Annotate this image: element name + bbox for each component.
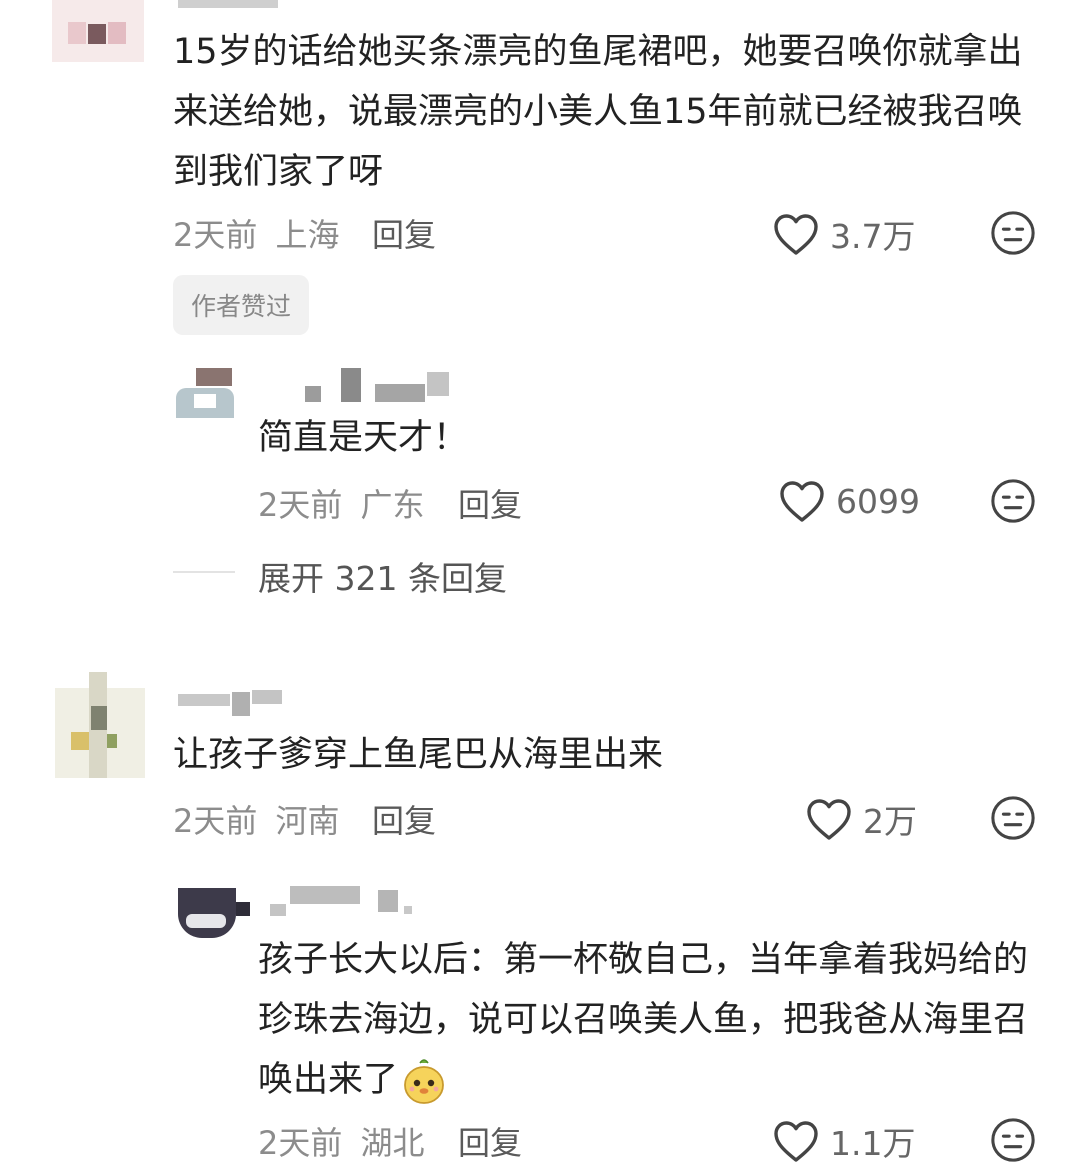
avatar[interactable] [52, 0, 144, 62]
like-button[interactable]: 1.1万 [772, 1117, 915, 1165]
reply-text: 简直是天才！ [258, 418, 469, 458]
reply-location: 广东 [360, 486, 425, 524]
neutral-face-icon[interactable] [990, 478, 1036, 524]
heart-outline-icon [774, 214, 818, 255]
reply-time: 2天前 [258, 486, 343, 524]
comment-text: 15岁的话给她买条漂亮的鱼尾裙吧，她要召唤你就拿出来送给她，说最漂亮的小美人鱼1… [173, 32, 1023, 192]
heart-outline-icon [780, 481, 824, 522]
reply-location: 湖北 [360, 1124, 425, 1162]
avatar[interactable] [55, 672, 145, 778]
neutral-face-icon[interactable] [990, 1117, 1036, 1163]
reply-text: 孩子长大以后：第一杯敬自己，当年拿着我妈给的珍珠去海边，说可以召唤美人鱼，把我爸… [258, 930, 1048, 1110]
reply-button[interactable]: 回复 [458, 1118, 522, 1164]
author-liked-badge: 作者赞过 [173, 275, 310, 335]
like-button[interactable]: 3.7万 [772, 210, 915, 258]
like-count: 2万 [863, 802, 917, 841]
comment-time: 2天前 [173, 216, 258, 254]
like-count: 1.1万 [830, 1124, 916, 1163]
mascot-emoji [404, 1059, 444, 1104]
like-button[interactable]: 2万 [805, 795, 917, 843]
reply-button[interactable]: 回复 [372, 796, 436, 842]
comment-meta: 2天前 河南 [173, 796, 340, 842]
reply-time: 2天前 [258, 1124, 343, 1162]
like-button[interactable]: 6099 [778, 478, 920, 524]
reply-meta: 2天前 湖北 [258, 1118, 425, 1164]
username-redacted [270, 886, 420, 916]
comment-text: 让孩子爹穿上鱼尾巴从海里出来 [173, 735, 664, 775]
avatar[interactable] [176, 368, 234, 418]
avatar[interactable] [178, 888, 250, 938]
expand-divider [173, 571, 235, 573]
comment-location: 上海 [275, 216, 340, 254]
neutral-face-icon[interactable] [990, 795, 1036, 841]
comment-location: 河南 [275, 802, 340, 840]
comment-meta: 2天前 上海 [173, 210, 340, 256]
like-count: 3.7万 [830, 217, 916, 256]
like-count: 6099 [836, 481, 920, 521]
heart-outline-icon [807, 799, 851, 840]
reply-button[interactable]: 回复 [372, 210, 436, 256]
heart-outline-icon [774, 1121, 818, 1162]
username-redacted [178, 690, 282, 716]
username-redacted [178, 0, 278, 8]
reply-meta: 2天前 广东 [258, 480, 425, 526]
expand-replies-button[interactable]: 展开 321 条回复 [258, 552, 507, 600]
reply-text-content: 孩子长大以后：第一杯敬自己，当年拿着我妈给的珍珠去海边，说可以召唤美人鱼，把我爸… [258, 940, 1029, 1100]
reply-button[interactable]: 回复 [458, 480, 522, 526]
username-redacted [305, 368, 450, 402]
comment-time: 2天前 [173, 802, 258, 840]
neutral-face-icon[interactable] [990, 210, 1036, 256]
